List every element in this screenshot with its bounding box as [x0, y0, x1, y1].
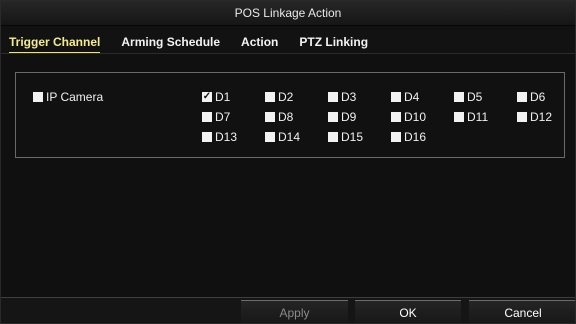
channel-d8-checkbox[interactable] — [265, 112, 275, 122]
tab-action[interactable]: Action — [241, 33, 278, 52]
channel-d1-checkbox[interactable]: ✓ — [202, 92, 212, 102]
channel-d7-label: D7 — [215, 110, 231, 124]
ip-camera-checkbox-option[interactable]: IP Camera — [33, 89, 103, 105]
tab-ptz-linking[interactable]: PTZ Linking — [299, 33, 368, 52]
channel-d15-option[interactable]: D15 — [328, 129, 380, 145]
ok-button[interactable]: OK — [355, 300, 461, 323]
channel-d10-label: D10 — [404, 110, 427, 124]
channel-d14-label: D14 — [278, 130, 301, 144]
channel-d8-label: D8 — [278, 110, 294, 124]
channel-d1-label: D1 — [215, 90, 231, 104]
channel-d3-checkbox[interactable] — [328, 92, 338, 102]
channel-d14-checkbox[interactable] — [265, 132, 275, 142]
channel-d16-checkbox[interactable] — [391, 132, 401, 142]
cancel-button[interactable]: Cancel — [469, 300, 575, 323]
trigger-channel-panel: IP Camera ✓ D1 D2 D3 D4 D5 D6 D7 D8 D9 D… — [15, 72, 565, 158]
tab-content-area: IP Camera ✓ D1 D2 D3 D4 D5 D6 D7 D8 D9 D… — [1, 53, 575, 298]
channel-d15-label: D15 — [341, 130, 364, 144]
dialog-title-bar: POS Linkage Action — [1, 1, 575, 26]
channel-d4-label: D4 — [404, 90, 420, 104]
channel-d10-checkbox[interactable] — [391, 112, 401, 122]
channel-d3-label: D3 — [341, 90, 357, 104]
channel-d4-checkbox[interactable] — [391, 92, 401, 102]
channel-d13-label: D13 — [215, 130, 238, 144]
channel-d5-checkbox[interactable] — [454, 92, 464, 102]
channel-d12-option[interactable]: D12 — [517, 109, 569, 125]
channel-d13-checkbox[interactable] — [202, 132, 212, 142]
dialog-title: POS Linkage Action — [234, 6, 342, 20]
channel-d6-checkbox[interactable] — [517, 92, 527, 102]
channel-d16-label: D16 — [404, 130, 427, 144]
channel-d12-checkbox[interactable] — [517, 112, 527, 122]
channel-d16-option[interactable]: D16 — [391, 129, 443, 145]
channel-d2-checkbox[interactable] — [265, 92, 275, 102]
channel-d11-checkbox[interactable] — [454, 112, 464, 122]
channel-d2-option[interactable]: D2 — [265, 89, 317, 105]
tab-bar: Trigger Channel Arming Schedule Action P… — [1, 26, 575, 54]
channel-d3-option[interactable]: D3 — [328, 89, 380, 105]
channel-d15-checkbox[interactable] — [328, 132, 338, 142]
channel-d1-option[interactable]: ✓ D1 — [202, 89, 254, 105]
channel-d9-label: D9 — [341, 110, 357, 124]
channel-d5-option[interactable]: D5 — [454, 89, 506, 105]
channel-d7-option[interactable]: D7 — [202, 109, 254, 125]
apply-button[interactable]: Apply — [241, 300, 348, 323]
channel-d13-option[interactable]: D13 — [202, 129, 254, 145]
channel-checkbox-grid: ✓ D1 D2 D3 D4 D5 D6 D7 D8 D9 D10 D11 D12… — [202, 89, 558, 147]
channel-d14-option[interactable]: D14 — [265, 129, 317, 145]
channel-d12-label: D12 — [530, 110, 553, 124]
ip-camera-checkbox[interactable] — [33, 92, 43, 102]
channel-d8-option[interactable]: D8 — [265, 109, 317, 125]
pos-linkage-action-dialog: POS Linkage Action Trigger Channel Armin… — [0, 0, 576, 324]
channel-d4-option[interactable]: D4 — [391, 89, 443, 105]
channel-d6-option[interactable]: D6 — [517, 89, 569, 105]
tab-trigger-channel[interactable]: Trigger Channel — [9, 33, 101, 54]
tab-arming-schedule[interactable]: Arming Schedule — [121, 33, 220, 52]
channel-d11-option[interactable]: D11 — [454, 109, 506, 125]
dialog-button-bar: Apply OK Cancel — [1, 297, 575, 323]
channel-d9-checkbox[interactable] — [328, 112, 338, 122]
ip-camera-label: IP Camera — [46, 90, 104, 104]
channel-d6-label: D6 — [530, 90, 546, 104]
channel-d9-option[interactable]: D9 — [328, 109, 380, 125]
channel-d11-label: D11 — [467, 110, 489, 124]
channel-d7-checkbox[interactable] — [202, 112, 212, 122]
channel-d2-label: D2 — [278, 90, 294, 104]
channel-d5-label: D5 — [467, 90, 483, 104]
channel-d10-option[interactable]: D10 — [391, 109, 443, 125]
